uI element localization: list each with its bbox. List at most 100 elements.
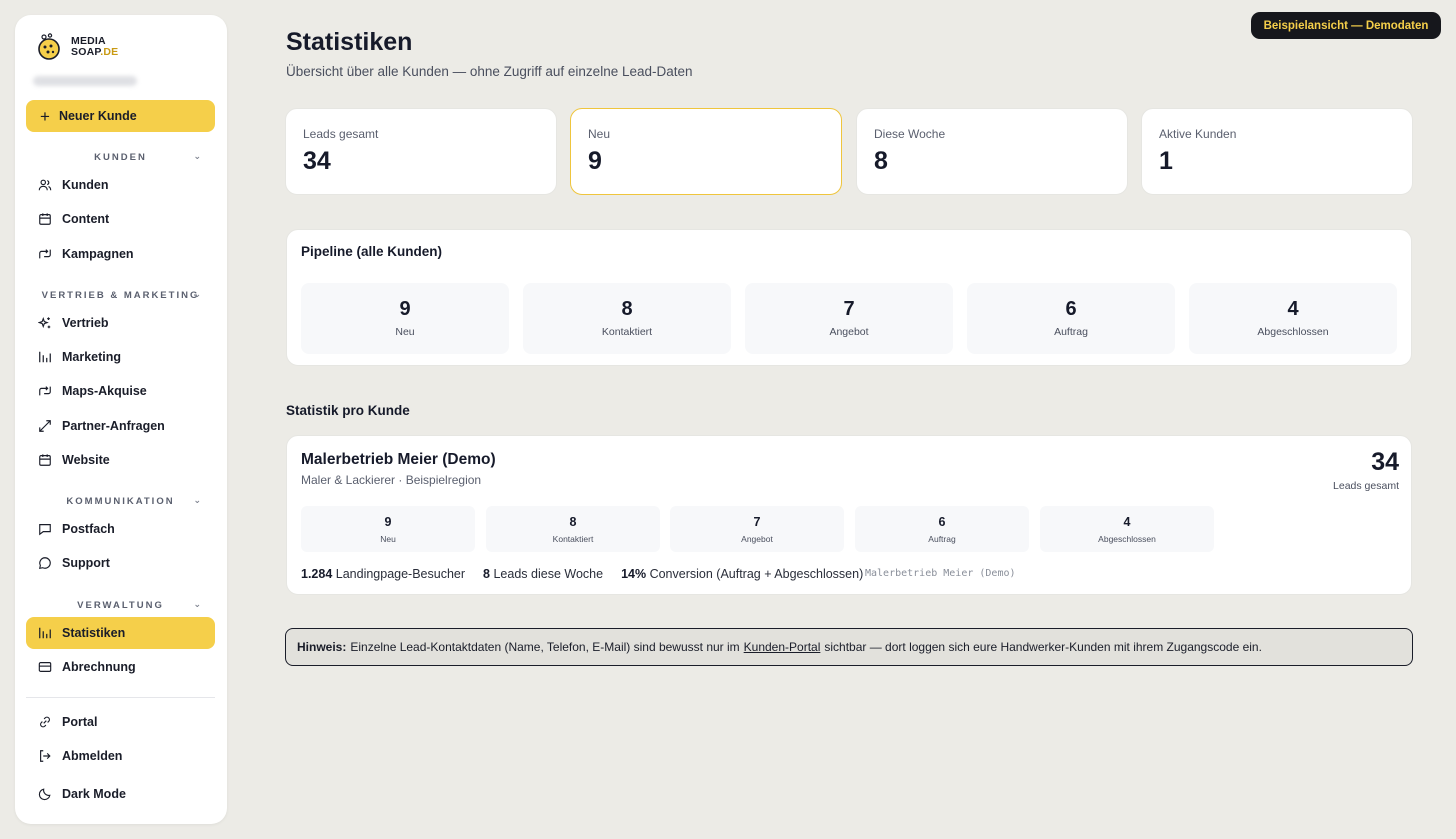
bar-chart-icon bbox=[39, 627, 51, 639]
customer-stage-angebot: 7 Angebot bbox=[670, 506, 844, 552]
page-title: Statistiken bbox=[286, 28, 413, 56]
customer-total-label: Leads gesamt bbox=[1333, 480, 1399, 492]
brand-line2: SOAP bbox=[71, 46, 101, 58]
sidebar-item-vertrieb[interactable]: Vertrieb bbox=[26, 307, 215, 339]
section-kommunikation[interactable]: KOMMUNIKATION ⌄ bbox=[26, 495, 215, 507]
stage-label: Kontaktiert bbox=[601, 326, 653, 338]
sidebar-item-website[interactable]: Website bbox=[26, 444, 215, 476]
visitors-label: Landingpage-Besucher bbox=[335, 567, 466, 581]
customer-stage-auftrag: 6 Auftrag bbox=[855, 506, 1029, 552]
stage-label: Neu bbox=[380, 534, 396, 544]
brand-logo[interactable]: MEDIA SOAP.DE bbox=[37, 33, 118, 61]
stage-count: 4 bbox=[1287, 298, 1299, 320]
week-leads-value: 8 bbox=[483, 567, 490, 581]
kpi-label: Aktive Kunden bbox=[1159, 127, 1237, 141]
kpi-value: 9 bbox=[588, 147, 602, 175]
stage-count: 8 bbox=[621, 298, 633, 320]
section-vertrieb-marketing[interactable]: VERTRIEB & MARKETING ⌄ bbox=[26, 289, 215, 301]
brand-name: MEDIA SOAP.DE bbox=[71, 36, 118, 58]
chevron-down-icon: ⌄ bbox=[193, 289, 201, 299]
kpi-card-leads-gesamt: Leads gesamt 34 bbox=[285, 108, 557, 195]
new-customer-button[interactable]: + Neuer Kunde bbox=[26, 100, 215, 132]
hint-banner: Hinweis: Einzelne Lead-Kontaktdaten (Nam… bbox=[285, 628, 1413, 666]
stage-label: Auftrag bbox=[1054, 326, 1088, 338]
customer-card[interactable]: Malerbetrieb Meier (Demo) Maler & Lackie… bbox=[286, 435, 1412, 595]
sidebar-item-dark-mode[interactable]: Dark Mode bbox=[26, 778, 215, 810]
sidebar-item-content[interactable]: Content bbox=[26, 203, 215, 235]
kpi-card-aktive-kunden: Aktive Kunden 1 bbox=[1141, 108, 1413, 195]
route-icon bbox=[39, 386, 51, 396]
blurred-account-name bbox=[33, 76, 137, 86]
kpi-label: Leads gesamt bbox=[303, 127, 379, 141]
customer-name: Malerbetrieb Meier (Demo) bbox=[301, 451, 496, 468]
week-leads-label: Leads diese Woche bbox=[493, 567, 604, 581]
stage-label: Auftrag bbox=[928, 534, 956, 544]
sidebar-item-kunden[interactable]: Kunden bbox=[26, 169, 215, 201]
sidebar-item-partner-anfragen[interactable]: Partner-Anfragen bbox=[26, 410, 215, 442]
message-square-icon bbox=[39, 524, 51, 536]
stage-count: 8 bbox=[569, 515, 577, 529]
sidebar-item-abmelden[interactable]: Abmelden bbox=[26, 740, 215, 772]
users-icon bbox=[38, 179, 52, 191]
sidebar-item-portal[interactable]: Portal bbox=[26, 706, 215, 738]
customer-stage-abgeschlossen: 4 Abgeschlossen bbox=[1040, 506, 1214, 552]
section-verwaltung[interactable]: VERWALTUNG ⌄ bbox=[26, 599, 215, 611]
customer-subtitle: Maler & Lackierer · Beispielregion bbox=[301, 473, 482, 487]
demo-badge: Beispielansicht — Demodaten bbox=[1251, 12, 1441, 39]
sidebar-item-abrechnung[interactable]: Abrechnung bbox=[26, 651, 215, 683]
stage-count: 9 bbox=[399, 298, 411, 320]
conversion-label: Conversion (Auftrag + Abgeschlossen) bbox=[649, 567, 864, 581]
chevron-down-icon: ⌄ bbox=[193, 495, 201, 505]
sidebar-item-kampagnen[interactable]: Kampagnen bbox=[26, 238, 215, 270]
logout-icon bbox=[40, 750, 51, 762]
pipeline-stage-neu: 9 Neu bbox=[301, 283, 509, 354]
kunden-portal-link[interactable]: Kunden-Portal bbox=[744, 640, 821, 654]
page-subtitle: Übersicht über alle Kunden — ohne Zugrif… bbox=[286, 64, 693, 79]
sidebar-item-support[interactable]: Support bbox=[26, 547, 215, 579]
kpi-value: 8 bbox=[874, 147, 888, 175]
stage-count: 4 bbox=[1123, 515, 1131, 529]
moon-icon bbox=[38, 788, 51, 801]
stage-count: 7 bbox=[753, 515, 761, 529]
kpi-label: Diese Woche bbox=[874, 127, 946, 141]
kpi-value: 34 bbox=[303, 147, 331, 175]
customer-stage-kontaktiert: 8 Kontaktiert bbox=[486, 506, 660, 552]
calendar-icon bbox=[39, 213, 51, 225]
customer-stage-neu: 9 Neu bbox=[301, 506, 475, 552]
sidebar-divider bbox=[26, 697, 215, 698]
section-kunden[interactable]: KUNDEN ⌄ bbox=[26, 151, 215, 163]
customer-mono-label: Malerbetrieb Meier (Demo) bbox=[865, 568, 1016, 579]
pipeline-stage-abgeschlossen: 4 Abgeschlossen bbox=[1189, 283, 1397, 354]
kpi-label: Neu bbox=[588, 127, 611, 141]
stage-label: Kontaktiert bbox=[552, 534, 594, 544]
sparkles-icon bbox=[38, 316, 51, 329]
stage-label: Angebot bbox=[829, 326, 869, 338]
pipeline-panel: Pipeline (alle Kunden) 9 Neu 8 Kontaktie… bbox=[286, 229, 1412, 366]
stage-label: Abgeschlossen bbox=[1257, 326, 1329, 338]
customer-stats-line: 1.284 Landingpage-Besucher 8 Leads diese … bbox=[301, 567, 863, 581]
sidebar-item-statistiken[interactable]: Statistiken bbox=[26, 617, 215, 649]
stage-count: 6 bbox=[938, 515, 946, 529]
hint-text-before: Einzelne Lead-Kontaktdaten (Name, Telefo… bbox=[350, 640, 740, 654]
sidebar-item-marketing[interactable]: Marketing bbox=[26, 341, 215, 373]
per-customer-title: Statistik pro Kunde bbox=[286, 403, 410, 418]
stage-count: 7 bbox=[843, 298, 855, 320]
bar-chart-icon bbox=[39, 351, 51, 363]
kpi-value: 1 bbox=[1159, 147, 1173, 175]
soap-bubble-logo-icon bbox=[37, 33, 61, 61]
sidebar-item-postfach[interactable]: Postfach bbox=[26, 513, 215, 545]
credit-card-icon bbox=[38, 662, 52, 672]
sidebar-item-maps-akquise[interactable]: Maps-Akquise bbox=[26, 375, 215, 407]
stage-label: Neu bbox=[395, 326, 415, 338]
link-icon bbox=[40, 716, 50, 728]
route-icon bbox=[39, 249, 51, 259]
kpi-card-neu: Neu 9 bbox=[570, 108, 842, 195]
stage-count: 9 bbox=[384, 515, 392, 529]
pipeline-stage-auftrag: 6 Auftrag bbox=[967, 283, 1175, 354]
stage-label: Abgeschlossen bbox=[1098, 534, 1156, 544]
pipeline-stage-kontaktiert: 8 Kontaktiert bbox=[523, 283, 731, 354]
expand-arrows-icon bbox=[39, 420, 51, 432]
stage-count: 6 bbox=[1065, 298, 1077, 320]
sidebar: MEDIA SOAP.DE + Neuer Kunde KUNDEN ⌄ Kun… bbox=[15, 15, 227, 824]
plus-icon: + bbox=[40, 106, 50, 126]
